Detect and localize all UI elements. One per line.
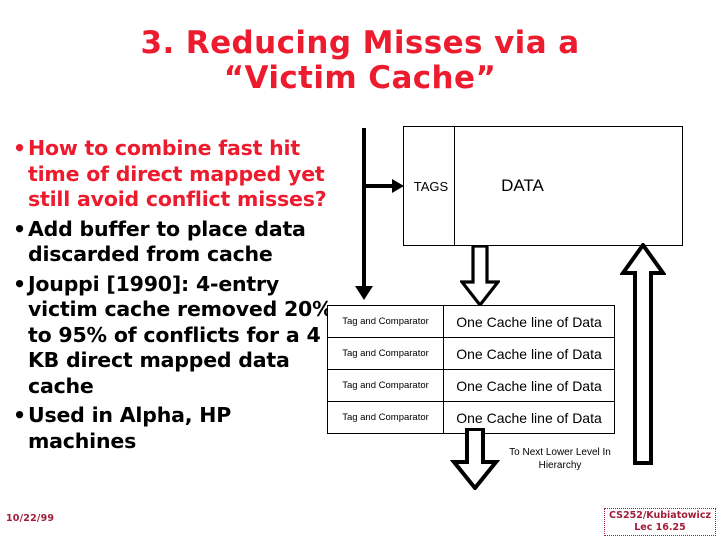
bullet-text-1: How to combine fast hit time of direct m… <box>28 136 327 211</box>
victim-data-cell: One Cache line of Data <box>456 345 602 362</box>
victim-data-cell: One Cache line of Data <box>456 313 602 330</box>
address-branch-line <box>362 184 396 188</box>
slide-canvas: 3. Reducing Misses via a “Victim Cache” … <box>0 0 720 540</box>
victim-tag-cell: Tag and Comparator <box>328 338 444 369</box>
lower-level-caption-line-1: To Next Lower Level In <box>509 447 611 458</box>
footer-credit-line-2: Lec 16.25 <box>634 522 686 533</box>
bullet-marker-icon: • <box>13 136 26 160</box>
address-line <box>362 128 366 290</box>
title-line-1: 3. Reducing Misses via a <box>140 25 580 61</box>
lower-level-caption: To Next Lower Level In Hierarchy <box>494 446 626 472</box>
bullet-marker-icon: • <box>13 403 26 427</box>
cache-to-victim-down-arrow-icon <box>460 245 500 307</box>
victim-tag-cell: Tag and Comparator <box>328 402 444 433</box>
bullet-marker-icon: • <box>13 271 26 296</box>
victim-data-cell: One Cache line of Data <box>456 377 602 394</box>
footer-credit-line-1: CS252/Kubiatowicz <box>609 510 711 521</box>
bullet-item-3: • Jouppi [1990]: 4-entry victim cache rem… <box>6 272 342 400</box>
bullet-list: • How to combine fast hit time of direct … <box>6 136 342 458</box>
cache-tags-cell: TAGS <box>404 127 455 245</box>
cache-tags-label: TAGS <box>413 178 449 194</box>
table-row: Tag and Comparator One Cache line of Dat… <box>328 306 614 338</box>
main-cache-box: TAGS DATA <box>403 126 683 246</box>
victim-tag-cell: Tag and Comparator <box>328 370 444 401</box>
cache-data-label: DATA <box>501 176 544 195</box>
lower-level-caption-line-2: Hierarchy <box>538 460 582 471</box>
bullet-marker-icon: • <box>13 216 26 241</box>
lower-level-to-cache-up-arrow-icon <box>620 243 666 465</box>
bullet-text-4: Used in Alpha, HP machines <box>28 403 232 453</box>
cache-data-cell: DATA <box>455 127 682 245</box>
address-line-arrowhead-icon <box>355 286 373 300</box>
footer-credit: CS252/Kubiatowicz Lec 16.25 <box>604 508 716 536</box>
page-title: 3. Reducing Misses via a “Victim Cache” <box>40 26 680 96</box>
victim-to-lower-level-down-arrow-icon <box>450 428 500 490</box>
victim-tag-cell: Tag and Comparator <box>328 306 444 337</box>
bullet-text-3: Jouppi [1990]: 4-entry victim cache remo… <box>28 271 333 398</box>
victim-cache-table: Tag and Comparator One Cache line of Dat… <box>327 305 615 434</box>
footer-date: 10/22/99 <box>6 513 55 524</box>
title-line-2: “Victim Cache” <box>223 60 497 96</box>
bullet-item-2: • Add buffer to place data discarded from… <box>6 217 342 268</box>
table-row: Tag and Comparator One Cache line of Dat… <box>328 370 614 402</box>
bullet-item-4: • Used in Alpha, HP machines <box>6 403 342 454</box>
bullet-item-1: • How to combine fast hit time of direct … <box>6 136 342 213</box>
table-row: Tag and Comparator One Cache line of Dat… <box>328 338 614 370</box>
bullet-text-2: Add buffer to place data discarded from … <box>28 216 306 267</box>
